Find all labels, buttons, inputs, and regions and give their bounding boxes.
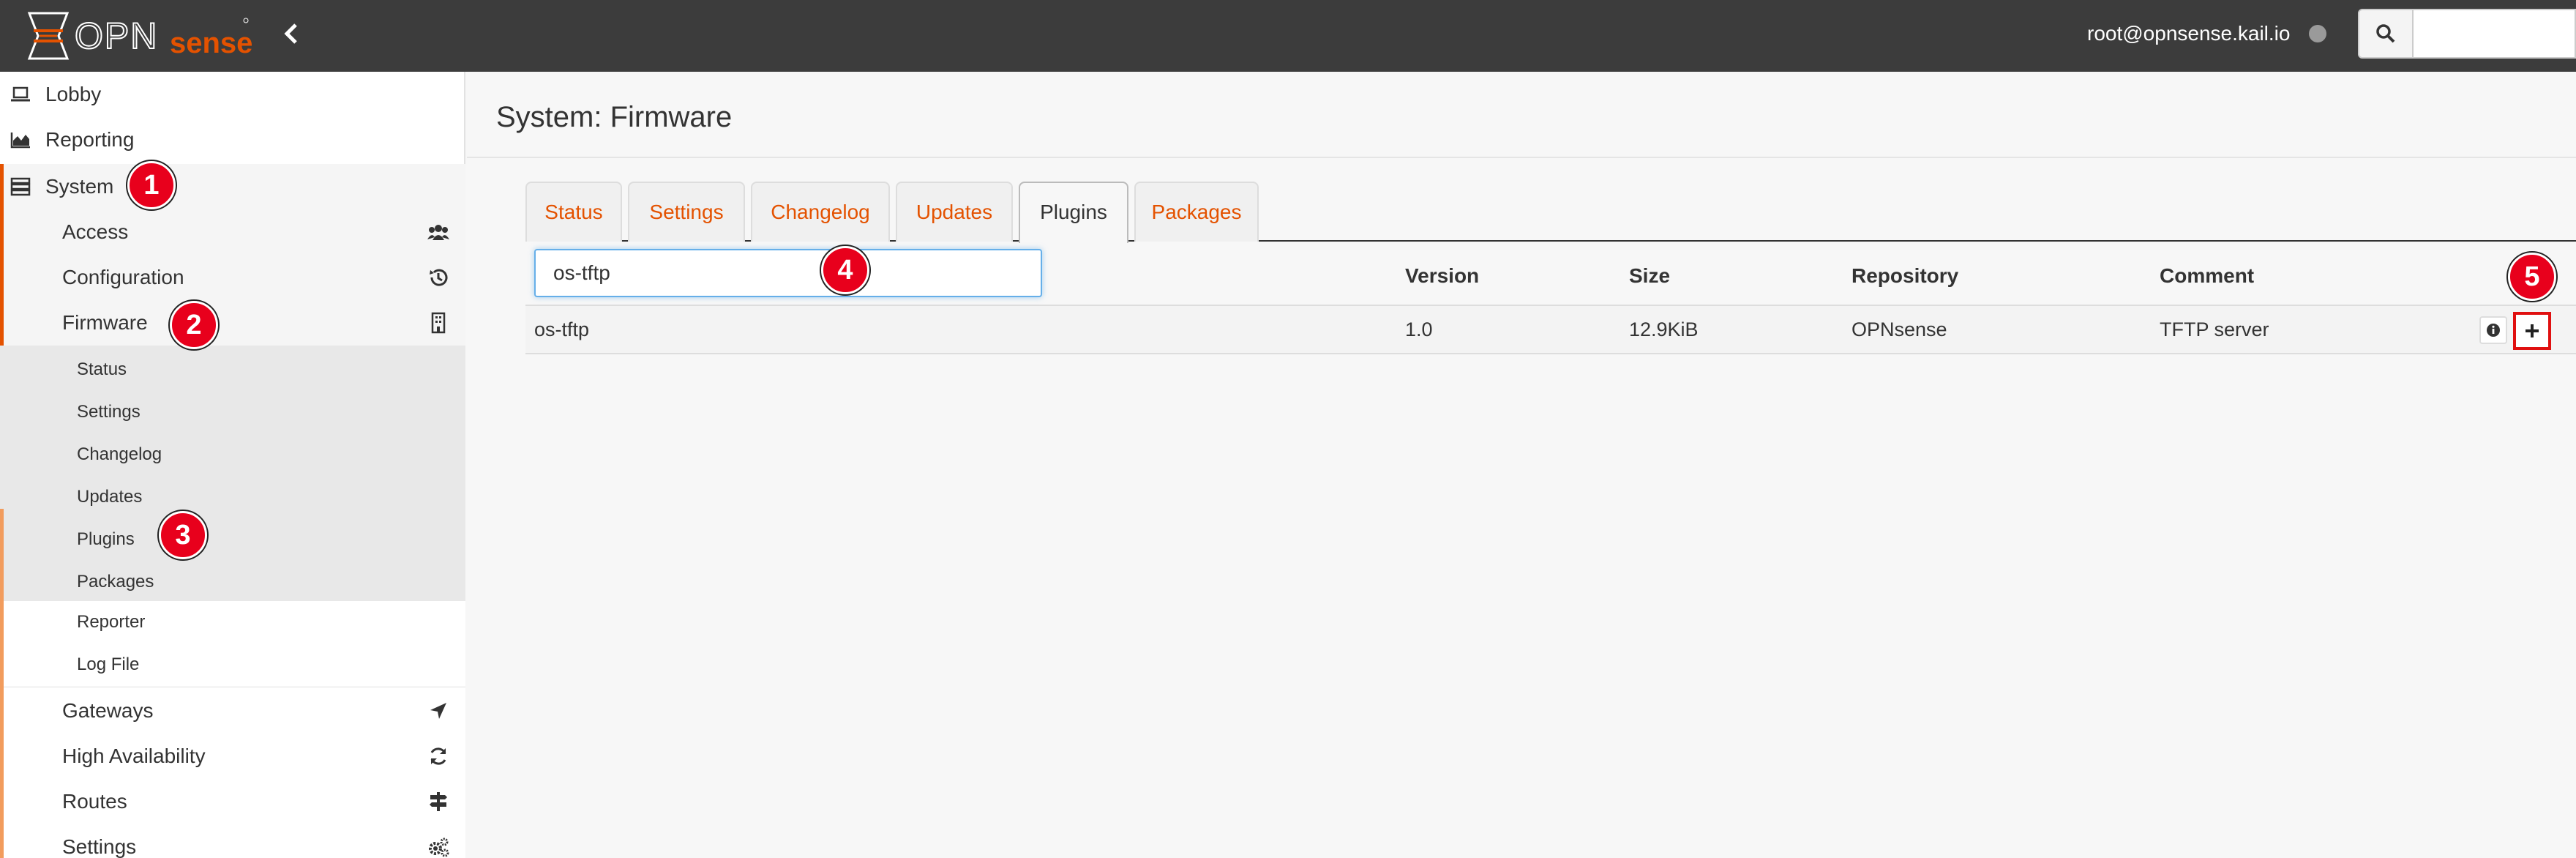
sidebar-item-label: Routes — [62, 790, 127, 813]
plugin-size-cell: 12.9KiB — [1629, 318, 1699, 340]
sidebar-item-routes[interactable]: Routes — [0, 779, 465, 824]
top-navbar: OPN sense root@opnsense.kail.io — [0, 0, 2576, 72]
sidebar: Lobby Reporting System Access Configurat… — [0, 72, 465, 858]
tab-plugins[interactable]: Plugins — [1019, 182, 1128, 243]
svg-text:sense: sense — [170, 27, 252, 59]
sidebar-item-firmware-plugins[interactable]: Plugins — [0, 518, 465, 561]
annotation-badge: 2 — [170, 301, 218, 349]
plugin-comment-cell: TFTP server — [2160, 318, 2269, 340]
sidebar-collapse-button[interactable] — [277, 19, 306, 51]
tab-settings[interactable]: Settings — [628, 182, 745, 242]
sidebar-item-label: Status — [77, 359, 127, 379]
refresh-icon — [430, 747, 446, 765]
column-header-size[interactable]: Size — [1629, 264, 1670, 288]
sidebar-item-firmware-status[interactable]: Status — [0, 348, 465, 391]
page-header: System: Firmware — [467, 72, 2576, 158]
plugin-name-cell: os-tftp — [534, 318, 590, 340]
sidebar-item-label: Reporter — [77, 612, 146, 632]
users-icon — [427, 225, 449, 240]
area-chart-icon — [10, 133, 30, 149]
cogs-icon — [429, 838, 449, 857]
svg-text:OPN: OPN — [75, 15, 158, 56]
map-signs-icon — [430, 792, 447, 811]
firmware-submenu: Status Settings Changelog Updates Plugin… — [0, 346, 465, 601]
sidebar-item-label: Lobby — [45, 83, 102, 105]
main-content: System: Firmware Status Settings Changel… — [467, 72, 2576, 858]
sidebar-item-reporting[interactable]: Reporting — [0, 117, 465, 163]
chevron-left-icon — [284, 23, 297, 44]
laptop-icon — [11, 86, 30, 102]
sidebar-item-log-file[interactable]: Log File — [0, 644, 465, 686]
sidebar-item-firmware-changelog[interactable]: Changelog — [0, 433, 465, 476]
sidebar-item-lobby[interactable]: Lobby — [0, 72, 465, 117]
user-menu[interactable]: root@opnsense.kail.io — [2087, 19, 2290, 48]
sidebar-item-label: Updates — [77, 487, 143, 507]
table-row: os-tftp 1.0 12.9KiB OPNsense TFTP server — [525, 306, 2576, 354]
annotation-badge: 1 — [127, 161, 176, 209]
sidebar-item-access[interactable]: Access — [0, 209, 465, 255]
sidebar-item-firmware-updates[interactable]: Updates — [0, 476, 465, 518]
accent-bar-lower — [0, 509, 4, 858]
search-button[interactable] — [2358, 9, 2414, 59]
sidebar-item-label: Settings — [62, 835, 137, 858]
server-icon — [10, 177, 31, 196]
sidebar-item-configuration[interactable]: Configuration — [0, 255, 465, 300]
sidebar-item-label: Changelog — [77, 444, 162, 464]
sidebar-item-label: Firmware — [62, 311, 148, 334]
sidebar-item-label: Configuration — [62, 266, 184, 288]
annotation-badge: 3 — [159, 511, 207, 559]
sidebar-item-system[interactable]: System — [0, 164, 465, 209]
search-bar — [2358, 9, 2576, 59]
sidebar-item-label: Reporting — [45, 128, 135, 151]
firmware-tabs: Status Settings Changelog Updates Plugin… — [525, 182, 2576, 243]
annotation-badge: 5 — [2508, 253, 2556, 301]
sidebar-item-settings[interactable]: Settings — [0, 824, 465, 858]
column-header-repository[interactable]: Repository — [1852, 264, 1958, 288]
status-indicator-icon[interactable] — [2309, 25, 2326, 42]
opnsense-logo[interactable]: OPN sense — [26, 9, 253, 63]
sidebar-item-label: Settings — [77, 402, 141, 422]
plus-icon — [2526, 324, 2539, 337]
plugin-version-cell: 1.0 — [1405, 318, 1433, 340]
sidebar-item-gateways[interactable]: Gateways — [0, 688, 465, 734]
sidebar-item-firmware[interactable]: Firmware — [0, 300, 465, 346]
column-header-version[interactable]: Version — [1405, 264, 1479, 288]
location-arrow-icon — [430, 703, 446, 719]
sidebar-item-label: Log File — [77, 654, 140, 674]
sidebar-item-label: Plugins — [77, 529, 135, 549]
sidebar-item-reporter[interactable]: Reporter — [0, 601, 465, 644]
plugin-install-button[interactable] — [2513, 312, 2551, 350]
page-title: System: Firmware — [496, 101, 733, 133]
sidebar-item-label: Gateways — [62, 699, 154, 722]
plugin-repository-cell: OPNsense — [1852, 318, 1947, 340]
annotation-badge: 4 — [821, 246, 869, 294]
sidebar-item-label: Packages — [77, 572, 154, 592]
sidebar-item-firmware-settings[interactable]: Settings — [0, 391, 465, 433]
tab-changelog[interactable]: Changelog — [751, 182, 890, 242]
building-icon — [431, 312, 446, 334]
sidebar-item-firmware-packages[interactable]: Packages — [0, 561, 465, 603]
plugin-filter-input[interactable] — [534, 249, 1042, 297]
tab-status[interactable]: Status — [525, 182, 622, 242]
history-icon — [430, 269, 448, 286]
search-input[interactable] — [2414, 9, 2576, 59]
tab-packages[interactable]: Packages — [1134, 182, 1259, 242]
system-menu-group: System Access Configuration Firmware Sta… — [0, 164, 465, 858]
tab-updates[interactable]: Updates — [896, 182, 1013, 242]
search-icon — [2376, 24, 2395, 43]
sidebar-item-label: High Availability — [62, 745, 206, 767]
sidebar-item-high-availability[interactable]: High Availability — [0, 734, 465, 779]
sidebar-item-label: Access — [62, 220, 129, 243]
column-header-comment[interactable]: Comment — [2160, 264, 2254, 288]
plugin-info-button[interactable] — [2479, 316, 2507, 344]
info-circle-icon — [2487, 324, 2500, 337]
sidebar-item-label: System — [45, 175, 114, 198]
